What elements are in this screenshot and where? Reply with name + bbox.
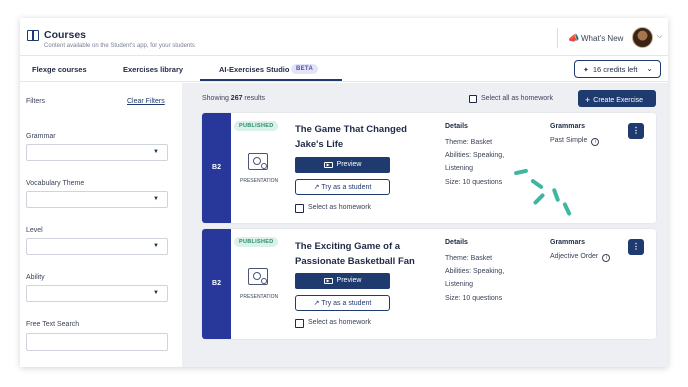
info-icon[interactable]: i	[591, 138, 600, 146]
presentation-icon	[248, 153, 268, 170]
page-subtitle: Content available on the Student's app, …	[44, 43, 195, 49]
theme-text: Theme: Basket	[445, 139, 493, 146]
preview-button[interactable]: ▶ Preview	[295, 157, 390, 173]
whats-new-link[interactable]: What's New	[581, 34, 623, 43]
grammar-text: Adjective Order i	[550, 253, 611, 262]
theme-text: Theme: Basket	[445, 255, 493, 262]
app-window: Courses Content available on the Student…	[20, 18, 668, 367]
loading-spinner-segment	[562, 201, 572, 217]
homework-checkbox[interactable]	[295, 319, 304, 328]
status-badge: PUBLISHED	[234, 121, 279, 131]
external-link-icon: ↗	[313, 300, 320, 307]
free-text-search-input[interactable]	[26, 333, 168, 351]
exercise-title[interactable]: The Exciting Game of a Passionate Basket…	[295, 239, 437, 269]
details-heading: Details	[445, 123, 468, 130]
ability-label: Ability	[26, 274, 45, 281]
tab-ai-exercises-studio[interactable]: AI-Exercises Studio	[219, 65, 289, 74]
try-as-student-button[interactable]: ↗ Try as a student	[295, 295, 390, 311]
vocabulary-theme-label: Vocabulary Theme	[26, 180, 85, 187]
homework-checkbox[interactable]	[295, 204, 304, 213]
tab-bar: Flexge courses Exercises library AI-Exer…	[20, 56, 668, 82]
exercise-title[interactable]: The Game That Changed Jake's Life	[295, 122, 437, 152]
top-header: Courses Content available on the Student…	[20, 18, 668, 56]
play-icon: ▶	[323, 278, 333, 284]
credits-dropdown[interactable]: ✦ 16 credits left ⌄	[574, 60, 661, 78]
filters-title: Filters	[26, 98, 46, 105]
active-tab-indicator	[200, 79, 342, 81]
homework-label[interactable]: Select as homework	[308, 319, 371, 326]
free-text-search-label: Free Text Search	[26, 321, 80, 328]
dropdown-arrow-icon: ▼	[153, 290, 159, 296]
avatar[interactable]	[632, 27, 653, 48]
header-divider	[557, 28, 558, 48]
dropdown-arrow-icon: ▼	[153, 149, 159, 155]
chevron-down-icon[interactable]: ⌵	[657, 33, 662, 41]
presentation-icon	[248, 268, 268, 285]
loading-spinner-segment	[532, 192, 546, 206]
level-select[interactable]: ▼	[26, 238, 168, 255]
try-as-student-button[interactable]: ↗ Try as a student	[295, 179, 390, 195]
dropdown-arrow-icon: ▼	[153, 196, 159, 202]
megaphone-icon[interactable]: 📣	[568, 33, 579, 44]
filters-sidebar: Filters Clear Filters Grammar ▼ Vocabula…	[20, 83, 182, 367]
exercise-card: B2 PUBLISHED PRESENTATION The Exciting G…	[202, 229, 656, 339]
level-label: Level	[26, 227, 43, 234]
level-badge: B2	[212, 280, 221, 287]
select-all-label[interactable]: Select all as homework	[481, 95, 553, 102]
details-heading: Details	[445, 239, 468, 246]
loading-spinner-segment	[551, 187, 561, 203]
card-menu-button[interactable]: ⋮	[628, 123, 644, 139]
plus-icon: +	[585, 95, 591, 105]
credits-label: 16 credits left	[592, 65, 638, 74]
size-text: Size: 10 questions	[445, 295, 503, 302]
ability-select[interactable]: ▼	[26, 285, 168, 302]
grammar-text: Past Simple i	[550, 137, 600, 146]
sparkle-icon: ✦	[583, 67, 589, 74]
results-count: Showing 267 results	[202, 95, 266, 102]
abilities-text: Abilities: Speaking, Listening	[445, 268, 505, 288]
grammar-select[interactable]: ▼	[26, 144, 168, 161]
create-exercise-button[interactable]: + Create Exercise	[578, 90, 656, 107]
exercise-card: B2 PUBLISHED PRESENTATION The Game That …	[202, 113, 656, 223]
loading-spinner-segment	[530, 178, 544, 190]
chevron-down-icon: ⌄	[646, 64, 653, 73]
abilities-text: Abilities: Speaking, Listening	[445, 152, 505, 172]
info-icon[interactable]: i	[602, 254, 611, 262]
grammar-label: Grammar	[26, 133, 56, 140]
select-all-checkbox[interactable]	[469, 95, 477, 103]
level-badge: B2	[212, 164, 221, 171]
dropdown-arrow-icon: ▼	[153, 243, 159, 249]
size-text: Size: 10 questions	[445, 179, 503, 186]
card-menu-button[interactable]: ⋮	[628, 239, 644, 255]
exercise-type-label: PRESENTATION	[240, 178, 279, 184]
results-panel: Showing 267 results Select all as homewo…	[182, 83, 668, 367]
book-icon	[27, 30, 39, 41]
preview-button[interactable]: ▶ Preview	[295, 273, 390, 289]
exercise-type-label: PRESENTATION	[240, 294, 279, 300]
tab-flexge-courses[interactable]: Flexge courses	[32, 65, 87, 74]
vocabulary-theme-select[interactable]: ▼	[26, 191, 168, 208]
beta-badge: BETA	[291, 64, 319, 74]
grammars-heading: Grammars	[550, 123, 586, 130]
clear-filters-link[interactable]: Clear Filters	[127, 98, 165, 105]
play-icon: ▶	[323, 162, 333, 168]
external-link-icon: ↗	[313, 184, 320, 191]
homework-label[interactable]: Select as homework	[308, 204, 371, 211]
grammars-heading: Grammars	[550, 239, 586, 246]
page-title: Courses	[44, 29, 87, 41]
tab-exercises-library[interactable]: Exercises library	[123, 65, 183, 74]
status-badge: PUBLISHED	[234, 237, 279, 247]
